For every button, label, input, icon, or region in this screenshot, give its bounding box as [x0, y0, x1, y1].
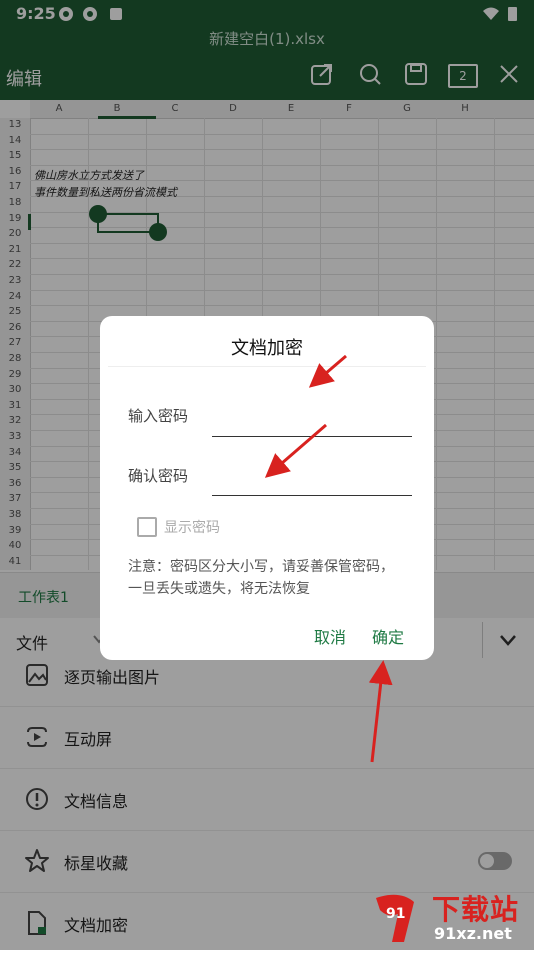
annotation-arrows — [264, 354, 393, 763]
watermark-title: 下载站 — [432, 893, 520, 926]
svg-text:91: 91 — [386, 906, 405, 922]
watermark-url: 91xz.net — [434, 924, 512, 943]
watermark-logo: 91 — [376, 894, 414, 942]
site-watermark: 91 下载站 91xz.net — [370, 888, 530, 946]
